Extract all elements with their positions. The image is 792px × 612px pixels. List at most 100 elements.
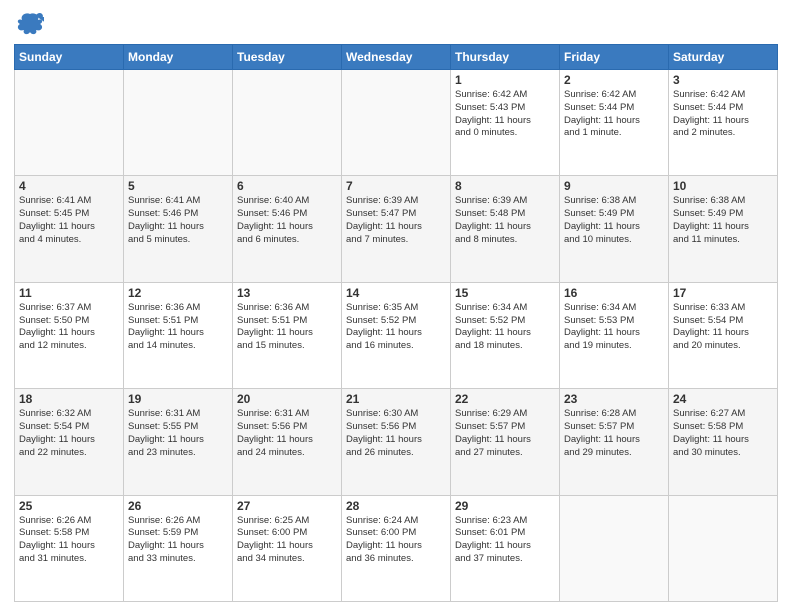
day-info: Sunrise: 6:26 AM Sunset: 5:58 PM Dayligh…	[19, 515, 119, 566]
calendar-cell: 25 Sunrise: 6:26 AM Sunset: 5:58 PM Dayli…	[15, 495, 124, 601]
day-number: 19	[128, 392, 228, 406]
calendar-cell	[669, 495, 778, 601]
day-info: Sunrise: 6:25 AM Sunset: 6:00 PM Dayligh…	[237, 515, 337, 566]
day-info: Sunrise: 6:31 AM Sunset: 5:56 PM Dayligh…	[237, 408, 337, 459]
calendar-cell: 28Sunrise: 6:24 AM Sunset: 6:00 PM Dayli…	[342, 495, 451, 601]
calendar-header-row: SundayMondayTuesdayWednesdayThursdayFrid…	[15, 45, 778, 70]
calendar-cell: 27 Sunrise: 6:25 AM Sunset: 6:00 PM Dayli…	[233, 495, 342, 601]
day-info: Sunrise: 6:30 AM Sunset: 5:56 PM Dayligh…	[346, 408, 446, 459]
day-number: 16	[564, 286, 664, 300]
calendar-cell: 14 Sunrise: 6:35 AM Sunset: 5:52 PM Dayli…	[342, 282, 451, 388]
day-info: Sunrise: 6:42 AM Sunset: 5:44 PM Dayligh…	[564, 89, 664, 140]
day-number: 2	[564, 73, 664, 87]
calendar-cell: 29 Sunrise: 6:23 AM Sunset: 6:01 PM Dayli…	[451, 495, 560, 601]
calendar-cell: 18 Sunrise: 6:32 AM Sunset: 5:54 PM Dayli…	[15, 389, 124, 495]
day-info: Sunrise: 6:26 AM Sunset: 5:59 PM Dayligh…	[128, 515, 228, 566]
calendar-cell: 3Sunrise: 6:42 AM Sunset: 5:44 PM Daylig…	[669, 70, 778, 176]
calendar-cell	[560, 495, 669, 601]
calendar-cell	[342, 70, 451, 176]
day-number: 11	[19, 286, 119, 300]
day-number: 29	[455, 499, 555, 513]
day-info: Sunrise: 6:35 AM Sunset: 5:52 PM Dayligh…	[346, 302, 446, 353]
day-number: 24	[673, 392, 773, 406]
day-number: 5	[128, 179, 228, 193]
day-number: 23	[564, 392, 664, 406]
calendar-cell: 6 Sunrise: 6:40 AM Sunset: 5:46 PM Daylig…	[233, 176, 342, 282]
day-number: 12	[128, 286, 228, 300]
day-number: 14	[346, 286, 446, 300]
day-number: 3	[673, 73, 773, 87]
week-row-4: 25 Sunrise: 6:26 AM Sunset: 5:58 PM Dayli…	[15, 495, 778, 601]
day-info: Sunrise: 6:39 AM Sunset: 5:47 PM Dayligh…	[346, 195, 446, 246]
calendar-cell: 5 Sunrise: 6:41 AM Sunset: 5:46 PM Daylig…	[124, 176, 233, 282]
calendar-cell: 22Sunrise: 6:29 AM Sunset: 5:57 PM Dayli…	[451, 389, 560, 495]
day-header-thursday: Thursday	[451, 45, 560, 70]
logo-bird-icon	[16, 10, 44, 38]
day-number: 18	[19, 392, 119, 406]
day-info: Sunrise: 6:34 AM Sunset: 5:52 PM Dayligh…	[455, 302, 555, 353]
calendar-cell	[233, 70, 342, 176]
week-row-1: 4Sunrise: 6:41 AM Sunset: 5:45 PM Daylig…	[15, 176, 778, 282]
calendar-cell: 13 Sunrise: 6:36 AM Sunset: 5:51 PM Dayli…	[233, 282, 342, 388]
day-info: Sunrise: 6:40 AM Sunset: 5:46 PM Dayligh…	[237, 195, 337, 246]
day-number: 7	[346, 179, 446, 193]
day-number: 1	[455, 73, 555, 87]
day-header-wednesday: Wednesday	[342, 45, 451, 70]
day-info: Sunrise: 6:34 AM Sunset: 5:53 PM Dayligh…	[564, 302, 664, 353]
calendar-cell: 7 Sunrise: 6:39 AM Sunset: 5:47 PM Daylig…	[342, 176, 451, 282]
day-header-sunday: Sunday	[15, 45, 124, 70]
calendar-cell: 24Sunrise: 6:27 AM Sunset: 5:58 PM Dayli…	[669, 389, 778, 495]
day-number: 27	[237, 499, 337, 513]
day-info: Sunrise: 6:29 AM Sunset: 5:57 PM Dayligh…	[455, 408, 555, 459]
day-info: Sunrise: 6:33 AM Sunset: 5:54 PM Dayligh…	[673, 302, 773, 353]
calendar-cell: 21 Sunrise: 6:30 AM Sunset: 5:56 PM Dayli…	[342, 389, 451, 495]
day-info: Sunrise: 6:36 AM Sunset: 5:51 PM Dayligh…	[128, 302, 228, 353]
day-number: 28	[346, 499, 446, 513]
day-header-friday: Friday	[560, 45, 669, 70]
day-info: Sunrise: 6:41 AM Sunset: 5:46 PM Dayligh…	[128, 195, 228, 246]
calendar-cell: 1 Sunrise: 6:42 AM Sunset: 5:43 PM Daylig…	[451, 70, 560, 176]
calendar-cell: 19 Sunrise: 6:31 AM Sunset: 5:55 PM Dayli…	[124, 389, 233, 495]
calendar-cell: 23 Sunrise: 6:28 AM Sunset: 5:57 PM Dayli…	[560, 389, 669, 495]
day-number: 21	[346, 392, 446, 406]
calendar-cell: 4Sunrise: 6:41 AM Sunset: 5:45 PM Daylig…	[15, 176, 124, 282]
day-number: 8	[455, 179, 555, 193]
page: SundayMondayTuesdayWednesdayThursdayFrid…	[0, 0, 792, 612]
day-info: Sunrise: 6:28 AM Sunset: 5:57 PM Dayligh…	[564, 408, 664, 459]
day-info: Sunrise: 6:38 AM Sunset: 5:49 PM Dayligh…	[564, 195, 664, 246]
day-number: 9	[564, 179, 664, 193]
calendar-cell: 2 Sunrise: 6:42 AM Sunset: 5:44 PM Daylig…	[560, 70, 669, 176]
day-header-tuesday: Tuesday	[233, 45, 342, 70]
calendar-cell: 8 Sunrise: 6:39 AM Sunset: 5:48 PM Daylig…	[451, 176, 560, 282]
day-header-monday: Monday	[124, 45, 233, 70]
day-info: Sunrise: 6:38 AM Sunset: 5:49 PM Dayligh…	[673, 195, 773, 246]
day-number: 25	[19, 499, 119, 513]
day-info: Sunrise: 6:23 AM Sunset: 6:01 PM Dayligh…	[455, 515, 555, 566]
day-info: Sunrise: 6:36 AM Sunset: 5:51 PM Dayligh…	[237, 302, 337, 353]
calendar-cell	[15, 70, 124, 176]
calendar-cell	[124, 70, 233, 176]
day-number: 13	[237, 286, 337, 300]
calendar-cell: 20 Sunrise: 6:31 AM Sunset: 5:56 PM Dayli…	[233, 389, 342, 495]
day-info: Sunrise: 6:31 AM Sunset: 5:55 PM Dayligh…	[128, 408, 228, 459]
calendar-cell: 9 Sunrise: 6:38 AM Sunset: 5:49 PM Daylig…	[560, 176, 669, 282]
day-info: Sunrise: 6:32 AM Sunset: 5:54 PM Dayligh…	[19, 408, 119, 459]
calendar-cell: 17 Sunrise: 6:33 AM Sunset: 5:54 PM Dayli…	[669, 282, 778, 388]
week-row-3: 18 Sunrise: 6:32 AM Sunset: 5:54 PM Dayli…	[15, 389, 778, 495]
day-number: 15	[455, 286, 555, 300]
week-row-2: 11 Sunrise: 6:37 AM Sunset: 5:50 PM Dayli…	[15, 282, 778, 388]
calendar-cell: 15 Sunrise: 6:34 AM Sunset: 5:52 PM Dayli…	[451, 282, 560, 388]
day-number: 20	[237, 392, 337, 406]
day-header-saturday: Saturday	[669, 45, 778, 70]
day-number: 26	[128, 499, 228, 513]
day-number: 6	[237, 179, 337, 193]
day-number: 17	[673, 286, 773, 300]
day-info: Sunrise: 6:42 AM Sunset: 5:43 PM Dayligh…	[455, 89, 555, 140]
day-info: Sunrise: 6:37 AM Sunset: 5:50 PM Dayligh…	[19, 302, 119, 353]
week-row-0: 1 Sunrise: 6:42 AM Sunset: 5:43 PM Daylig…	[15, 70, 778, 176]
day-info: Sunrise: 6:39 AM Sunset: 5:48 PM Dayligh…	[455, 195, 555, 246]
calendar-cell: 10Sunrise: 6:38 AM Sunset: 5:49 PM Dayli…	[669, 176, 778, 282]
calendar-cell: 16 Sunrise: 6:34 AM Sunset: 5:53 PM Dayli…	[560, 282, 669, 388]
calendar-cell: 12 Sunrise: 6:36 AM Sunset: 5:51 PM Dayli…	[124, 282, 233, 388]
day-number: 4	[19, 179, 119, 193]
